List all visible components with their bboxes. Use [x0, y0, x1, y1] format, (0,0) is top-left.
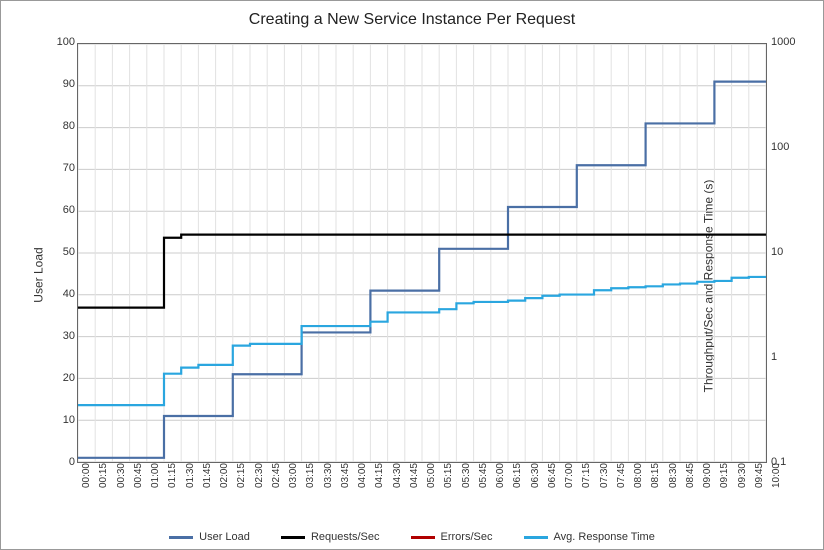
legend-swatch [281, 536, 305, 539]
x-tick: 08:30 [668, 463, 679, 503]
x-tick: 02:00 [219, 463, 230, 503]
x-tick: 03:00 [288, 463, 299, 503]
legend-label: Requests/Sec [311, 531, 379, 543]
y-left-tick: 50 [45, 246, 75, 258]
x-tick: 03:15 [305, 463, 316, 503]
x-tick: 00:45 [133, 463, 144, 503]
x-tick: 09:45 [754, 463, 765, 503]
x-tick: 02:45 [271, 463, 282, 503]
x-tick: 05:00 [426, 463, 437, 503]
x-tick: 09:30 [737, 463, 748, 503]
y-right-tick: 1000 [771, 36, 795, 48]
x-tick: 00:00 [81, 463, 92, 503]
x-tick: 03:45 [340, 463, 351, 503]
y-right-tick: 10 [771, 246, 783, 258]
x-tick: 01:00 [150, 463, 161, 503]
x-tick: 07:15 [581, 463, 592, 503]
y-left-tick: 90 [45, 78, 75, 90]
legend-item-requests: Requests/Sec [281, 531, 379, 543]
y-left-tick: 40 [45, 288, 75, 300]
x-tick: 02:30 [254, 463, 265, 503]
x-tick: 06:30 [530, 463, 541, 503]
legend-swatch [169, 536, 193, 539]
x-tick: 04:45 [409, 463, 420, 503]
x-tick: 01:15 [167, 463, 178, 503]
x-tick: 05:15 [443, 463, 454, 503]
legend-item-response-time: Avg. Response Time [524, 531, 655, 543]
x-tick: 06:00 [495, 463, 506, 503]
legend-label: Avg. Response Time [554, 531, 655, 543]
x-tick: 05:30 [461, 463, 472, 503]
y-left-tick: 100 [45, 36, 75, 48]
legend-swatch [524, 536, 548, 539]
y-left-tick: 80 [45, 120, 75, 132]
legend: User Load Requests/Sec Errors/Sec Avg. R… [1, 531, 823, 543]
x-tick: 04:30 [392, 463, 403, 503]
x-tick: 00:15 [98, 463, 109, 503]
plot-svg [78, 44, 766, 462]
y-left-tick: 10 [45, 414, 75, 426]
x-tick: 06:15 [512, 463, 523, 503]
x-tick: 04:15 [374, 463, 385, 503]
x-tick: 06:45 [547, 463, 558, 503]
y-left-tick: 60 [45, 204, 75, 216]
x-tick: 01:30 [185, 463, 196, 503]
legend-item-errors: Errors/Sec [411, 531, 493, 543]
x-tick: 04:00 [357, 463, 368, 503]
plot-area [77, 43, 767, 463]
legend-label: Errors/Sec [441, 531, 493, 543]
x-tick: 07:00 [564, 463, 575, 503]
x-tick: 08:15 [650, 463, 661, 503]
y-left-tick: 70 [45, 162, 75, 174]
chart-frame: Creating a New Service Instance Per Requ… [0, 0, 824, 550]
x-tick: 00:30 [116, 463, 127, 503]
x-tick: 07:30 [599, 463, 610, 503]
y-axis-left-label: User Load [32, 247, 46, 302]
x-tick: 08:00 [633, 463, 644, 503]
x-tick: 03:30 [323, 463, 334, 503]
x-tick: 09:15 [719, 463, 730, 503]
x-tick: 10:00 [771, 463, 782, 503]
x-tick: 07:45 [616, 463, 627, 503]
legend-swatch [411, 536, 435, 539]
x-tick: 09:00 [702, 463, 713, 503]
x-tick: 08:45 [685, 463, 696, 503]
y-left-tick: 30 [45, 330, 75, 342]
y-right-tick: 100 [771, 141, 789, 153]
y-left-tick: 20 [45, 372, 75, 384]
x-tick: 02:15 [236, 463, 247, 503]
legend-item-user-load: User Load [169, 531, 250, 543]
chart-title: Creating a New Service Instance Per Requ… [1, 11, 823, 29]
legend-label: User Load [199, 531, 250, 543]
y-right-tick: 1 [771, 351, 777, 363]
x-tick: 05:45 [478, 463, 489, 503]
x-tick: 01:45 [202, 463, 213, 503]
y-left-tick: 0 [45, 456, 75, 468]
